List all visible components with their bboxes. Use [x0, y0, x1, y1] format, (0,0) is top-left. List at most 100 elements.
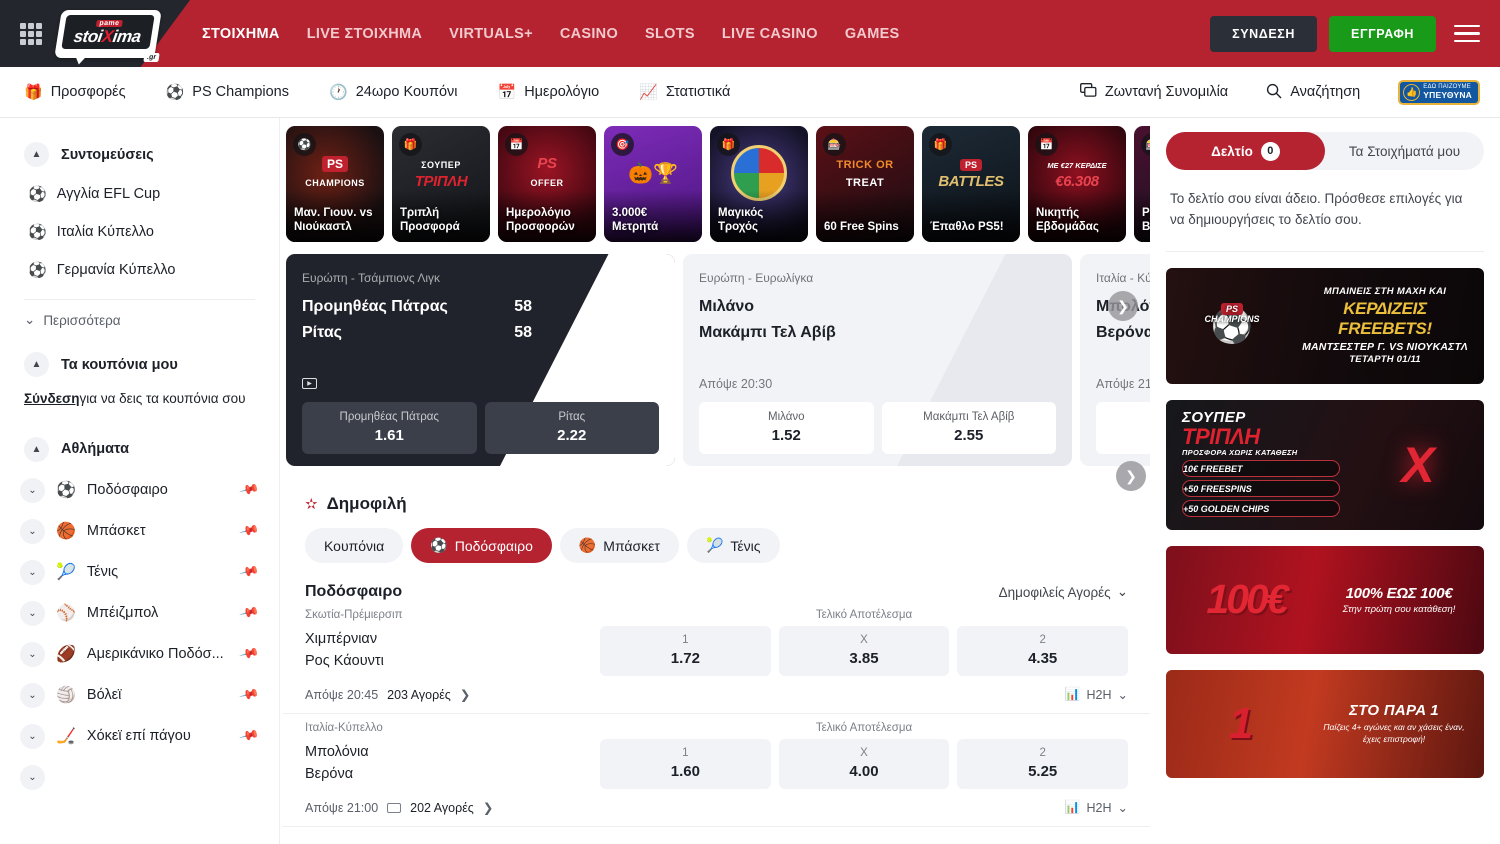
- sidebar-more-button[interactable]: ⌄ Περισσότερα: [0, 306, 279, 338]
- live-match-card-1[interactable]: Ευρώπη - Ευρωλίγκα Μιλάνο Μακάμπι Τελ Αβ…: [683, 254, 1072, 466]
- nav-item-0[interactable]: ΣΤΟΙΧΗΜΑ: [202, 26, 280, 42]
- chevron-right-icon[interactable]: ❯: [483, 800, 493, 815]
- nav-item-5[interactable]: LIVE CASINO: [722, 26, 818, 42]
- live-chat-button[interactable]: Ζωντανή Συνομιλία: [1080, 83, 1228, 101]
- subnav-item-calendar[interactable]: 📅 Ημερολόγιο: [498, 84, 600, 100]
- betslip-tab-label: Δελτίο: [1211, 144, 1253, 159]
- tab-basketball[interactable]: 🏀 Μπάσκετ: [560, 528, 679, 563]
- login-button[interactable]: ΣΥΝΔΕΣΗ: [1210, 16, 1317, 52]
- chevron-right-icon[interactable]: ❯: [460, 687, 470, 702]
- sidebar-item-italy-cup[interactable]: ⚽ Ιταλία Κύπελλο: [0, 213, 279, 251]
- sidebar-sport-next[interactable]: ⌄: [0, 757, 279, 798]
- subnav-item-24h-coupon[interactable]: 🕐 24ωρο Κουπόνι: [329, 84, 458, 100]
- tab-mybets[interactable]: Τα Στοιχήματά μου: [1325, 132, 1484, 170]
- chevron-down-icon[interactable]: ⌄: [20, 765, 45, 790]
- promo-banner-3[interactable]: 1 ΣΤΟ ΠΑΡΑ 1 Παίζεις 4+ αγώνες και αν χά…: [1166, 670, 1484, 778]
- live-match-card-2[interactable]: Ιταλία - Κύπελλο Μπολόνια Βερόνα Απόψε 2…: [1080, 254, 1150, 466]
- promo-card-6[interactable]: 🎁 PS BATTLES Έπαθλο PS5!: [922, 126, 1020, 242]
- promo-banner-2[interactable]: 100€ 100% ΕΩΣ 100€ Στην πρώτη σου κατάθε…: [1166, 546, 1484, 654]
- chevron-down-icon[interactable]: ⌄: [20, 560, 45, 585]
- banner-text-3: ΣΤΟ ΠΑΡΑ 1 Παίζεις 4+ αγώνες και αν χάσε…: [1316, 702, 1484, 745]
- promo-card-8[interactable]: 🎰 Pragmatic Buy Bonus: [1134, 126, 1150, 242]
- sidebar-login-link[interactable]: Σύνδεση: [24, 391, 80, 406]
- tab-football[interactable]: ⚽ Ποδόσφαιρο: [411, 528, 552, 563]
- chevron-down-icon[interactable]: ⌄: [20, 478, 45, 503]
- promo-carousel-next-button[interactable]: ❯: [1108, 291, 1138, 321]
- promo-card-1[interactable]: 🎁 ΣΟΥΠΕΡ ΤΡΙΠΛΗ Τριπλή Προσφορά: [392, 126, 490, 242]
- sidebar-item-germany-cup[interactable]: ⚽ Γερμανία Κύπελλο: [0, 251, 279, 289]
- subnav-item-ps-champions[interactable]: ⚽ PS Champions: [166, 84, 289, 100]
- promo-card-4[interactable]: 🎁 Μαγικός Τροχός: [710, 126, 808, 242]
- h2h-button-0[interactable]: 📊 H2H ⌄: [1065, 687, 1128, 702]
- promo-art-top-3: 🎃: [628, 163, 653, 185]
- hamburger-menu-icon[interactable]: [1454, 25, 1480, 43]
- sidebar-item-efl-cup[interactable]: ⚽ Αγγλία EFL Cup: [0, 175, 279, 213]
- page-shell: ▲ Συντομεύσεις ⚽ Αγγλία EFL Cup ⚽ Ιταλία…: [0, 118, 1500, 844]
- pin-icon[interactable]: 📌: [238, 725, 260, 747]
- chevron-down-icon[interactable]: ⌄: [20, 724, 45, 749]
- sidebar-section-coupons[interactable]: ▲ Τα κουπόνια μου: [0, 344, 279, 385]
- signup-button[interactable]: ΕΓΓΡΑΦΗ: [1329, 16, 1436, 52]
- odd-button-1-1[interactable]: 1 1.60: [600, 739, 771, 789]
- promo-banner-0[interactable]: ⚽ PSCHAMPIONS ΜΠΑΙΝΕΙΣ ΣΤΗ ΜΑΧΗ ΚΑΙ ΚΕΡΔ…: [1166, 268, 1484, 384]
- nav-item-1[interactable]: LIVE ΣΤΟΙΧΗΜΑ: [307, 26, 422, 42]
- odd-button-0-1[interactable]: 1 1.72: [600, 626, 771, 676]
- live-odd-button-2-0[interactable]: 1 1.60: [1096, 402, 1150, 454]
- responsible-gaming-badge[interactable]: 👍 ΕΔΩ ΠΑΙΖΟΥΜΕ ΥΠΕΥΘΥΝΑ: [1398, 80, 1480, 105]
- pin-icon[interactable]: 📌: [238, 684, 260, 706]
- tab-tennis[interactable]: 🎾 Τένις: [687, 528, 780, 563]
- site-logo[interactable]: pame stoiXima .gr: [58, 10, 158, 58]
- pin-icon[interactable]: 📌: [238, 602, 260, 624]
- chevron-down-icon[interactable]: ⌄: [20, 683, 45, 708]
- odd-button-0-x[interactable]: X 3.85: [779, 626, 950, 676]
- chevron-down-icon[interactable]: ⌄: [20, 642, 45, 667]
- live-stream-icon-0[interactable]: ▶: [302, 378, 317, 389]
- pin-icon[interactable]: 📌: [238, 479, 260, 501]
- live-match-card-0[interactable]: Ευρώπη - Τσάμπιονς Λιγκ Προμηθέας Πάτρας…: [286, 254, 675, 466]
- apps-grid-icon[interactable]: [20, 23, 42, 45]
- search-button[interactable]: Αναζήτηση: [1266, 83, 1360, 102]
- markets-selector[interactable]: Δημοφιλείς Αγορές ⌄: [999, 584, 1128, 600]
- promo-card-7[interactable]: 📅 ΜΕ €27 ΚΕΡΔΙΣΕ €6.308 Νικητής Εβδομάδα…: [1028, 126, 1126, 242]
- match-markets-count-1[interactable]: 202 Αγορές: [410, 801, 474, 815]
- pin-icon[interactable]: 📌: [238, 643, 260, 665]
- sidebar-section-shortcuts[interactable]: ▲ Συντομεύσεις: [0, 134, 279, 175]
- tab-betslip[interactable]: Δελτίο 0: [1166, 132, 1325, 170]
- h2h-button-1[interactable]: 📊 H2H ⌄: [1065, 800, 1128, 815]
- sidebar-sport-volleyball[interactable]: ⌄ 🏐 Βόλεϊ 📌: [0, 675, 279, 716]
- nav-item-4[interactable]: SLOTS: [645, 26, 695, 42]
- sidebar-sport-football[interactable]: ⌄ ⚽ Ποδόσφαιρο 📌: [0, 470, 279, 511]
- tab-coupons[interactable]: Κουπόνια: [305, 528, 403, 563]
- sidebar-sport-american-football[interactable]: ⌄ 🏈 Αμερικάνικο Ποδόσ... 📌: [0, 634, 279, 675]
- promo-card-0[interactable]: ⚽ PS CHAMPIONS Μαν. Γιουν. vs Νιούκαστλ: [286, 126, 384, 242]
- nav-item-6[interactable]: GAMES: [845, 26, 900, 42]
- pin-icon[interactable]: 📌: [238, 561, 260, 583]
- sidebar-sport-tennis[interactable]: ⌄ 🎾 Τένις 📌: [0, 552, 279, 593]
- pin-icon[interactable]: 📌: [238, 520, 260, 542]
- sidebar-sport-baseball[interactable]: ⌄ ⚾ Μπέιζμπολ 📌: [0, 593, 279, 634]
- subnav-item-statistics[interactable]: 📈 Στατιστικά: [639, 84, 730, 100]
- promo-banner-1[interactable]: ΣΟΥΠΕΡ ΤΡΙΠΛΗ ΠΡΟΣΦΟΡΑ ΧΩΡΙΣ ΚΑΤΑΘΕΣΗ 10…: [1166, 400, 1484, 530]
- chevron-down-icon[interactable]: ⌄: [20, 519, 45, 544]
- sidebar-sport-ice-hockey[interactable]: ⌄ 🏒 Χόκεϊ επί πάγου 📌: [0, 716, 279, 757]
- chevron-down-icon[interactable]: ⌄: [20, 601, 45, 626]
- odd-button-1-2[interactable]: 2 5.25: [957, 739, 1128, 789]
- live-odd-button-0-1[interactable]: Ρίτας 2.22: [485, 402, 660, 454]
- promo-card-2[interactable]: 📅 PS OFFER Ημερολόγιο Προσφορών: [498, 126, 596, 242]
- match-markets-count-0[interactable]: 203 Αγορές: [387, 688, 451, 702]
- odd-button-1-x[interactable]: X 4.00: [779, 739, 950, 789]
- sidebar-sport-basketball[interactable]: ⌄ 🏀 Μπάσκετ 📌: [0, 511, 279, 552]
- promo-card-3[interactable]: 🎯 🎃🏆 3.000€ Μετρητά: [604, 126, 702, 242]
- match-info-2: [305, 835, 600, 844]
- live-odd-button-1-0[interactable]: Μιλάνο 1.52: [699, 402, 874, 454]
- promo-label-2: Ημερολόγιο Προσφορών: [506, 207, 590, 235]
- promo-card-5[interactable]: 🎰 TRICK OR TREAT 60 Free Spins: [816, 126, 914, 242]
- nav-item-2[interactable]: VIRTUALS+: [449, 26, 533, 42]
- live-odd-button-1-1[interactable]: Μακάμπι Τελ Αβίβ 2.55: [882, 402, 1057, 454]
- nav-item-3[interactable]: CASINO: [560, 26, 618, 42]
- sidebar-section-sports[interactable]: ▲ Αθλήματα: [0, 429, 279, 470]
- tv-icon[interactable]: [387, 803, 401, 813]
- subnav-item-offers[interactable]: 🎁 Προσφορές: [24, 84, 126, 100]
- odd-button-0-2[interactable]: 2 4.35: [957, 626, 1128, 676]
- live-odd-button-0-0[interactable]: Προμηθέας Πάτρας 1.61: [302, 402, 477, 454]
